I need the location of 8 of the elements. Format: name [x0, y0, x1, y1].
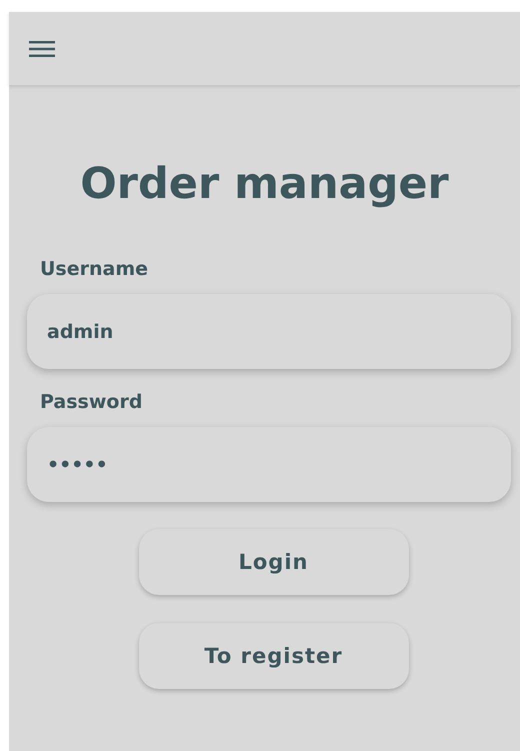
- input-field[interactable]: admin: [27, 294, 511, 369]
- field-label: Password: [40, 390, 142, 415]
- page-title: Order manager: [80, 158, 450, 211]
- input-field[interactable]: •••••: [27, 427, 511, 502]
- register-button[interactable]: To register: [138, 623, 408, 689]
- field-label: Username: [40, 257, 148, 282]
- login-button[interactable]: Login: [138, 529, 408, 595]
- menu-icon[interactable]: [29, 40, 55, 58]
